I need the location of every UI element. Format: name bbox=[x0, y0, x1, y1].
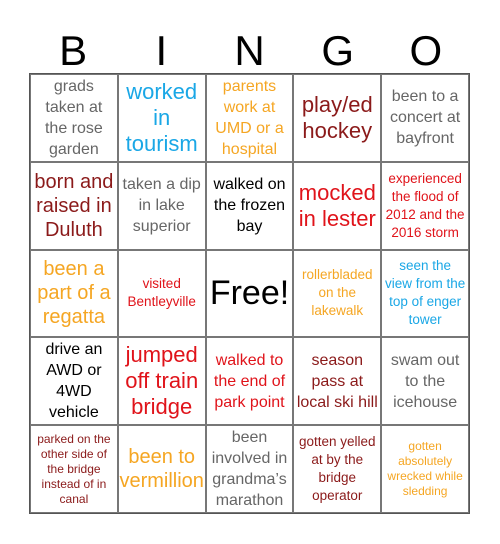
bingo-cell-text: gotten absolutely wrecked while sledding bbox=[387, 439, 463, 499]
bingo-cell[interactable]: mocked in lester bbox=[293, 161, 382, 250]
bingo-cell[interactable]: grads taken at the rose garden bbox=[30, 74, 118, 162]
bingo-cell-text: parents work at UMD or a hospital bbox=[215, 77, 284, 158]
bingo-cell-text: drive an AWD or 4WD vehicle bbox=[45, 341, 103, 422]
bingo-cell[interactable]: been to vermillion bbox=[117, 425, 206, 513]
bingo-cell-text: experienced the flood of 2012 and the 20… bbox=[385, 170, 465, 240]
bingo-cell[interactable]: drive an AWD or 4WD vehicle bbox=[30, 337, 118, 426]
bingo-cell[interactable]: been a part of a regatta bbox=[30, 249, 118, 338]
bingo-cell-text: play/ed hockey bbox=[301, 91, 373, 143]
bingo-cell[interactable]: parents work at UMD or a hospital bbox=[205, 74, 294, 162]
bingo-cell-text: season pass at local ski hill bbox=[296, 351, 378, 411]
bingo-cell[interactable]: worked in tourism bbox=[117, 74, 206, 162]
bingo-cell-text: been to vermillion bbox=[119, 446, 204, 493]
bingo-cell-text: walked on the frozen bay bbox=[213, 176, 286, 236]
bingo-header: B I N G O bbox=[29, 28, 470, 73]
header-letter-i: I bbox=[155, 27, 168, 74]
bingo-cell[interactable]: swam out to the icehouse bbox=[381, 337, 469, 426]
bingo-cell-free[interactable]: Free! bbox=[205, 249, 294, 338]
bingo-cell-text: been a part of a regatta bbox=[37, 258, 111, 329]
bingo-cell-text: parked on the other side of the bridge i… bbox=[37, 431, 111, 506]
bingo-cell[interactable]: rollerbladed on the lakewalk bbox=[293, 249, 382, 338]
bingo-cell-text: worked in tourism bbox=[125, 78, 198, 156]
bingo-cell[interactable]: visited Bentleyville bbox=[117, 249, 206, 338]
bingo-cell-text: been to a concert at bayfront bbox=[389, 88, 461, 148]
bingo-board: grads taken at the rose garden worked in … bbox=[29, 73, 470, 514]
bingo-cell-text: mocked in lester bbox=[298, 179, 376, 231]
header-letter-n: N bbox=[234, 27, 265, 74]
bingo-cell[interactable]: walked to the end of park point bbox=[205, 337, 294, 426]
bingo-cell-text: Free! bbox=[209, 274, 290, 313]
bingo-cell[interactable]: born and raised in Duluth bbox=[30, 161, 118, 250]
bingo-cell-text: seen the view from the top of enger towe… bbox=[384, 258, 466, 328]
bingo-cell[interactable]: gotten yelled at by the bridge operator bbox=[293, 425, 382, 513]
bingo-cell[interactable]: gotten absolutely wrecked while sledding bbox=[381, 425, 469, 513]
bingo-cell[interactable]: parked on the other side of the bridge i… bbox=[30, 425, 118, 513]
bingo-cell-text: born and raised in Duluth bbox=[34, 170, 114, 241]
bingo-cell-text: grads taken at the rose garden bbox=[44, 77, 103, 158]
bingo-cell[interactable]: walked on the frozen bay bbox=[205, 161, 294, 250]
bingo-cell-text: rollerbladed on the lakewalk bbox=[302, 267, 373, 319]
bingo-cell[interactable]: season pass at local ski hill bbox=[293, 337, 382, 426]
bingo-cell[interactable]: play/ed hockey bbox=[293, 74, 382, 162]
bingo-cell-text: visited Bentleyville bbox=[127, 276, 196, 310]
bingo-cell-text: gotten yelled at by the bridge operator bbox=[299, 434, 376, 504]
bingo-cell-text: swam out to the icehouse bbox=[390, 351, 460, 411]
header-letter-b: B bbox=[59, 27, 88, 74]
bingo-cell[interactable]: seen the view from the top of enger towe… bbox=[381, 249, 469, 338]
bingo-cell[interactable]: been to a concert at bayfront bbox=[381, 74, 469, 162]
bingo-cell-text: taken a dip in lake superior bbox=[122, 176, 201, 236]
bingo-cell-text: been involved in grandma’s marathon bbox=[211, 429, 288, 510]
bingo-cell[interactable]: experienced the flood of 2012 and the 20… bbox=[381, 161, 469, 250]
header-letter-g: G bbox=[321, 27, 355, 74]
bingo-cell-text: jumped off train bridge bbox=[125, 342, 199, 420]
bingo-cell[interactable]: jumped off train bridge bbox=[117, 337, 206, 426]
bingo-cell[interactable]: taken a dip in lake superior bbox=[117, 161, 206, 250]
header-letter-o: O bbox=[409, 27, 443, 74]
bingo-cell[interactable]: been involved in grandma’s marathon bbox=[205, 425, 294, 513]
bingo-cell-text: walked to the end of park point bbox=[213, 351, 286, 411]
